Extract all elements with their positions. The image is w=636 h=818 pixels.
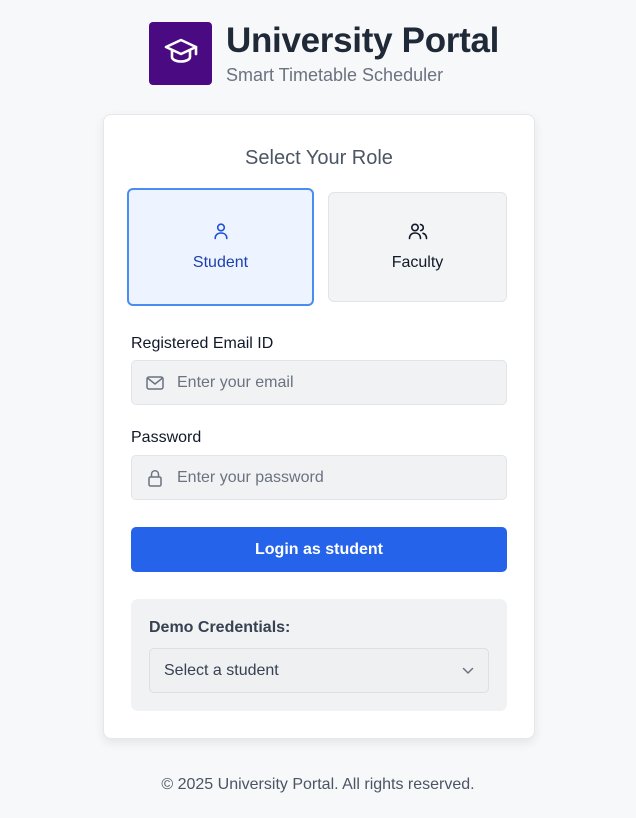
email-input[interactable]: [177, 373, 497, 392]
login-button[interactable]: Login as student: [131, 527, 507, 572]
brand-text: University Portal Smart Timetable Schedu…: [226, 22, 499, 86]
user-icon: [213, 221, 229, 241]
login-card: Select Your Role Student Faculty Registe…: [103, 114, 535, 739]
lock-icon: [146, 469, 164, 487]
email-label: Registered Email ID: [131, 335, 274, 352]
role-heading: Select Your Role: [245, 147, 393, 169]
login-page: University Portal Smart Timetable Schedu…: [0, 0, 636, 818]
email-field-wrapper[interactable]: [131, 360, 507, 405]
footer-copyright: © 2025 University Portal. All rights res…: [161, 776, 475, 793]
users-icon: [408, 221, 428, 241]
demo-student-select[interactable]: Select a student: [149, 648, 489, 693]
mail-icon: [146, 375, 164, 390]
logo: [149, 22, 212, 85]
password-field-wrapper[interactable]: [131, 455, 507, 500]
brand-header: University Portal Smart Timetable Schedu…: [149, 22, 499, 86]
demo-credentials-panel: Demo Credentials: Select a student: [131, 599, 507, 711]
app-subtitle: Smart Timetable Scheduler: [226, 65, 444, 85]
password-label: Password: [131, 429, 202, 446]
chevron-down-icon: [462, 662, 474, 680]
demo-select-value: Select a student: [164, 661, 279, 679]
app-title: University Portal: [226, 21, 500, 60]
role-faculty-button[interactable]: Faculty: [328, 192, 507, 302]
role-student-label: Student: [192, 254, 249, 271]
demo-credentials-title: Demo Credentials:: [149, 619, 291, 636]
role-student-button[interactable]: Student: [127, 188, 314, 306]
role-faculty-label: Faculty: [391, 254, 444, 271]
graduation-cap-icon: [164, 37, 198, 70]
password-input[interactable]: [177, 468, 497, 487]
